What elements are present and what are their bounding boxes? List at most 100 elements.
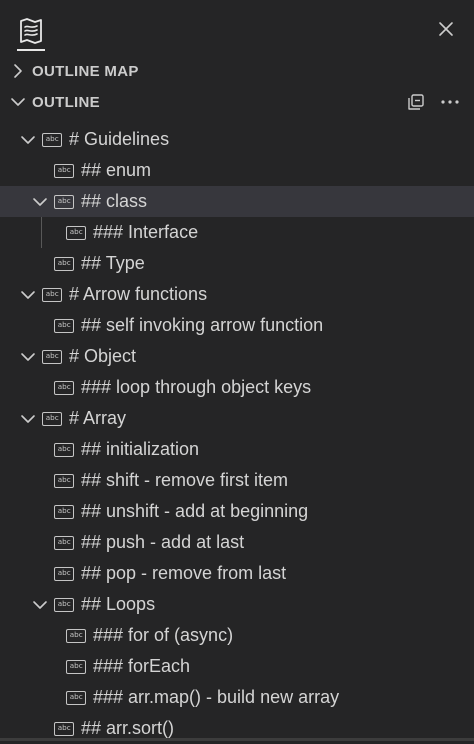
string-symbol-icon: abc [54, 163, 74, 178]
string-symbol-icon: abc [66, 225, 86, 240]
outline-item[interactable]: abc ## pop - remove from last [0, 558, 474, 589]
string-symbol-icon: abc [66, 690, 86, 705]
string-symbol-icon: abc [42, 287, 62, 302]
outline-item-label: ### for of (async) [93, 625, 234, 645]
outline-item[interactable]: abc # Arrow functions [0, 279, 474, 310]
more-actions-button[interactable] [440, 92, 460, 112]
view-title-bar [0, 0, 474, 56]
symbol-icon-text: abc [57, 165, 71, 174]
string-symbol-icon: abc [54, 535, 74, 550]
chevron-down-icon[interactable] [20, 411, 36, 427]
symbol-icon-text: abc [57, 258, 71, 267]
outline-item-label: ## self invoking arrow function [81, 315, 324, 335]
string-symbol-icon: abc [54, 473, 74, 488]
symbol-icon-text: abc [69, 661, 83, 670]
symbol-icon-text: abc [57, 444, 71, 453]
string-symbol-icon: abc [66, 659, 86, 674]
outline-item-label: # Arrow functions [69, 284, 208, 304]
string-symbol-icon: abc [42, 411, 62, 426]
symbol-icon-text: abc [57, 320, 71, 329]
outline-item-label: ## class [81, 191, 148, 211]
more-actions-icon [441, 100, 459, 104]
outline-item[interactable]: abc ## initialization [0, 434, 474, 465]
chevron-down-icon[interactable] [20, 287, 36, 303]
string-symbol-icon: abc [54, 256, 74, 271]
collapse-all-icon [408, 94, 424, 110]
outline-item[interactable]: abc ## unshift - add at beginning [0, 496, 474, 527]
outline-item[interactable]: abc ## Loops [0, 589, 474, 620]
symbol-icon-text: abc [57, 723, 71, 732]
chevron-down-icon[interactable] [20, 132, 36, 148]
outline-item[interactable]: abc # Array [0, 403, 474, 434]
outline-item-label: ## unshift - add at beginning [81, 501, 309, 521]
outline-item[interactable]: abc ## push - add at last [0, 527, 474, 558]
outline-section-header[interactable]: OUTLINE [0, 87, 474, 117]
outline-item[interactable]: abc ### loop through object keys [0, 372, 474, 403]
symbol-icon-text: abc [69, 692, 83, 701]
collapse-all-button[interactable] [406, 92, 426, 112]
outline-item-label: # Object [69, 346, 137, 366]
string-symbol-icon: abc [54, 504, 74, 519]
outline-item[interactable]: abc ### for of (async) [0, 620, 474, 651]
string-symbol-icon: abc [54, 566, 74, 581]
close-icon[interactable] [436, 19, 456, 39]
outline-item[interactable]: abc # Guidelines [0, 124, 474, 155]
outline-title: OUTLINE [32, 93, 100, 111]
symbol-icon-text: abc [57, 382, 71, 391]
outline-item[interactable]: abc ## self invoking arrow function [0, 310, 474, 341]
outline-item-label: ## shift - remove first item [81, 470, 289, 490]
outline-map-section-header[interactable]: OUTLINE MAP [0, 56, 474, 86]
outline-item[interactable]: abc # Object [0, 341, 474, 372]
outline-item-label: ## push - add at last [81, 532, 245, 552]
outline-item[interactable]: abc ### Interface [0, 217, 474, 248]
outline-tree: abc # Guidelines abc ## enum abc ## class abc #… [0, 124, 474, 744]
outline-item-label: # Guidelines [69, 129, 170, 149]
indent-guide [41, 217, 42, 248]
outline-item-label: ### arr.map() - build new array [93, 687, 340, 707]
chevron-right-icon [14, 64, 22, 78]
symbol-icon-text: abc [45, 134, 59, 143]
string-symbol-icon: abc [42, 132, 62, 147]
outline-item[interactable]: abc ## class [0, 186, 474, 217]
string-symbol-icon: abc [54, 318, 74, 333]
string-symbol-icon: abc [54, 597, 74, 612]
string-symbol-icon: abc [54, 442, 74, 457]
outline-item-label: ## initialization [81, 439, 200, 459]
outline-item-label: ## Loops [81, 594, 156, 614]
outline-actions [406, 92, 460, 112]
symbol-icon-text: abc [45, 289, 59, 298]
symbol-icon-text: abc [45, 413, 59, 422]
map-icon[interactable] [18, 17, 44, 45]
active-view-indicator [17, 49, 45, 51]
symbol-icon-text: abc [57, 599, 71, 608]
string-symbol-icon: abc [42, 349, 62, 364]
outline-item[interactable]: abc ## enum [0, 155, 474, 186]
symbol-icon-text: abc [57, 196, 71, 205]
outline-item-label: ## enum [81, 160, 152, 180]
string-symbol-icon: abc [54, 380, 74, 395]
outline-item-label: ### Interface [93, 222, 199, 242]
outline-item-label: ### loop through object keys [81, 377, 312, 397]
symbol-icon-text: abc [69, 227, 83, 236]
outline-item-label: ### forEach [93, 656, 191, 676]
string-symbol-icon: abc [66, 628, 86, 643]
outline-item[interactable]: abc ## Type [0, 248, 474, 279]
outline-item[interactable]: abc ## shift - remove first item [0, 465, 474, 496]
symbol-icon-text: abc [57, 475, 71, 484]
outline-item-label: ## Type [81, 253, 145, 273]
string-symbol-icon: abc [54, 721, 74, 736]
symbol-icon-text: abc [69, 630, 83, 639]
chevron-down-icon[interactable] [32, 194, 48, 210]
symbol-icon-text: abc [57, 506, 71, 515]
chevron-down-icon[interactable] [32, 597, 48, 613]
chevron-down-icon [11, 98, 25, 106]
chevron-down-icon[interactable] [20, 349, 36, 365]
string-symbol-icon: abc [54, 194, 74, 209]
symbol-icon-text: abc [57, 537, 71, 546]
outline-item-label: ## pop - remove from last [81, 563, 287, 583]
outline-map-title: OUTLINE MAP [32, 62, 139, 80]
outline-item-label: # Array [69, 408, 127, 428]
outline-item[interactable]: abc ### forEach [0, 651, 474, 682]
symbol-icon-text: abc [45, 351, 59, 360]
outline-item[interactable]: abc ### arr.map() - build new array [0, 682, 474, 713]
